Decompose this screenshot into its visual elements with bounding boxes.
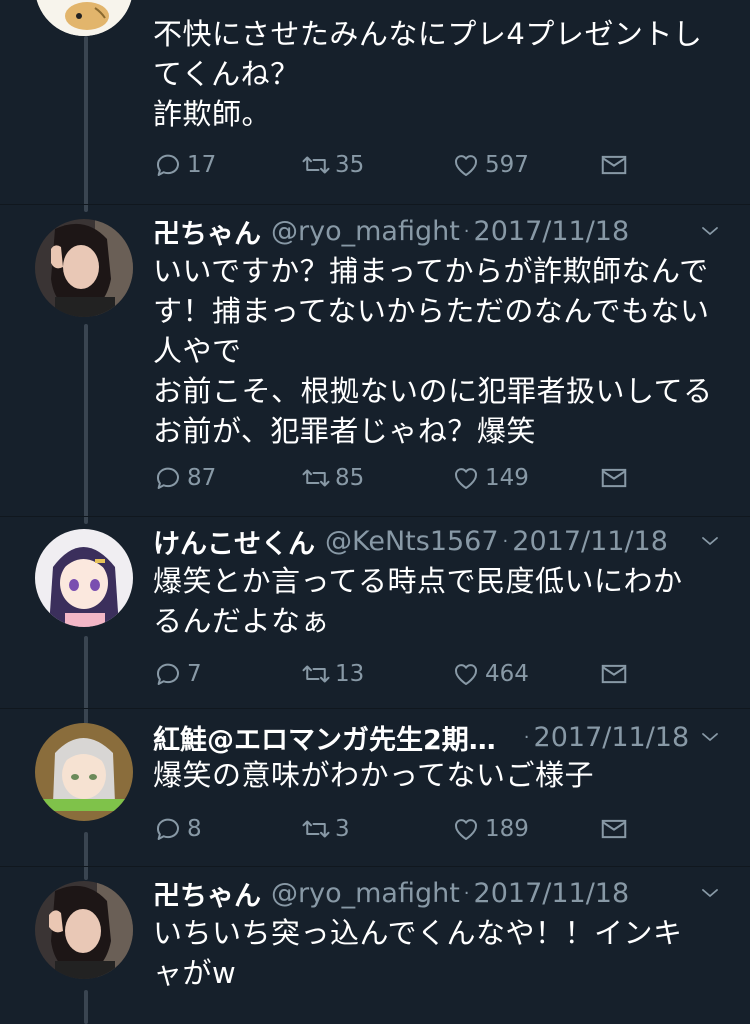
retweet-icon — [302, 665, 330, 683]
retweet-icon — [302, 156, 330, 174]
dm-button[interactable] — [599, 814, 633, 844]
like-icon — [455, 664, 477, 685]
reply-icon — [157, 818, 179, 840]
avatar-image — [35, 0, 133, 36]
reply-count: 8 — [187, 816, 202, 842]
tweet-header: 卍ちゃん @ryo_mafight · 2017/11/18 — [153, 212, 730, 251]
tweet-text: 不快にさせたみんなにプレ4プレゼントし てくんね？ 詐欺師。 — [153, 17, 703, 131]
tweet[interactable]: 紅鮭@エロマンガ先生2期… · 2017/11/18 爆笑の意味がわかってないご… — [0, 709, 750, 869]
like-icon — [455, 819, 477, 840]
like-count: 189 — [485, 816, 529, 842]
reply-button[interactable]: 17 — [153, 150, 216, 180]
reply-count: 87 — [187, 465, 217, 491]
retweet-button[interactable]: 3 — [301, 814, 350, 844]
like-button[interactable]: 189 — [451, 814, 529, 844]
tweet[interactable]: けんこせくん @KeNts1567 · 2017/11/18 爆笑とか言ってる時… — [0, 517, 750, 707]
reply-count: 17 — [187, 152, 217, 178]
avatar-image — [35, 881, 133, 979]
retweet-icon — [302, 820, 330, 838]
tweet-text: いちいち突っ込んでくんなや！！インキ ャがw — [153, 916, 683, 990]
tweet[interactable]: 不快にさせたみんなにプレ4プレゼントし てくんね？ 詐欺師。 17 35 597 — [0, 0, 750, 200]
tweet[interactable]: 卍ちゃん @ryo_mafight · 2017/11/18 いいですか？捕まっ… — [0, 205, 750, 505]
like-button[interactable]: 149 — [451, 463, 529, 493]
avatar[interactable] — [35, 0, 133, 36]
retweet-button[interactable]: 35 — [301, 150, 364, 180]
reply-icon — [157, 663, 179, 685]
like-count: 597 — [485, 152, 529, 178]
tweet-date[interactable]: 2017/11/18 — [474, 878, 630, 909]
dm-button[interactable] — [599, 659, 633, 689]
dm-icon — [601, 468, 627, 488]
tweet-actions: 8 3 189 — [153, 814, 653, 850]
tweet-header: 卍ちゃん @ryo_mafight · 2017/11/18 — [153, 874, 730, 913]
retweet-button[interactable]: 85 — [301, 463, 364, 493]
user-handle[interactable]: @KeNts1567 — [325, 526, 499, 557]
reply-button[interactable]: 7 — [153, 659, 202, 689]
tweet[interactable]: 卍ちゃん @ryo_mafight · 2017/11/18 いちいち突っ込んで… — [0, 867, 750, 1024]
reply-count: 7 — [187, 661, 202, 687]
avatar[interactable] — [35, 723, 133, 821]
retweet-count: 35 — [335, 152, 365, 178]
like-count: 149 — [485, 465, 529, 491]
user-handle[interactable]: @ryo_mafight — [271, 216, 460, 247]
tweet-actions: 17 35 597 — [153, 150, 653, 186]
reply-icon — [157, 154, 179, 176]
dm-button[interactable] — [599, 150, 633, 180]
like-icon — [455, 155, 477, 176]
reply-button[interactable]: 8 — [153, 814, 202, 844]
tweet-text: いいですか？捕まってからが詐欺師なんで す！捕まってないからただのなんでもない … — [153, 254, 713, 448]
separator-dot: · — [502, 530, 509, 552]
dm-icon — [601, 155, 627, 175]
tweet-header: 紅鮭@エロマンガ先生2期… · 2017/11/18 — [153, 718, 730, 757]
avatar[interactable] — [35, 219, 133, 317]
avatar-image — [35, 723, 133, 821]
retweet-button[interactable]: 13 — [301, 659, 364, 689]
dm-button[interactable] — [599, 463, 633, 493]
separator-dot: · — [463, 882, 470, 904]
retweet-count: 13 — [335, 661, 365, 687]
chevron-down-icon[interactable] — [698, 529, 722, 553]
reply-icon — [157, 467, 179, 489]
avatar[interactable] — [35, 529, 133, 627]
like-button[interactable]: 464 — [451, 659, 529, 689]
like-count: 464 — [485, 661, 529, 687]
separator-dot: · — [523, 726, 530, 748]
reply-button[interactable]: 87 — [153, 463, 216, 493]
tweet-date[interactable]: 2017/11/18 — [534, 722, 690, 753]
like-icon — [455, 468, 477, 489]
tweet-date[interactable]: 2017/11/18 — [512, 526, 668, 557]
display-name[interactable]: 卍ちゃん — [153, 212, 261, 251]
retweet-icon — [302, 469, 330, 487]
dm-icon — [601, 819, 627, 839]
tweet-actions: 7 13 464 — [153, 659, 653, 695]
tweet-actions: 87 85 149 — [153, 463, 653, 499]
retweet-count: 3 — [335, 816, 350, 842]
dm-icon — [601, 664, 627, 684]
chevron-down-icon[interactable] — [698, 881, 722, 905]
tweet-text: 爆笑とか言ってる時点で民度低いにわか るんだよなぁ — [153, 564, 683, 638]
avatar-image — [35, 219, 133, 317]
avatar[interactable] — [35, 881, 133, 979]
tweet-date[interactable]: 2017/11/18 — [474, 216, 630, 247]
display-name[interactable]: 紅鮭@エロマンガ先生2期… — [153, 718, 496, 757]
like-button[interactable]: 597 — [451, 150, 529, 180]
display-name[interactable]: 卍ちゃん — [153, 874, 261, 913]
chevron-down-icon[interactable] — [698, 219, 722, 243]
tweet-text: 爆笑の意味がわかってないご様子 — [153, 758, 595, 792]
chevron-down-icon[interactable] — [698, 725, 722, 749]
retweet-count: 85 — [335, 465, 365, 491]
separator-dot: · — [463, 220, 470, 242]
tweet-header: けんこせくん @KeNts1567 · 2017/11/18 — [153, 522, 730, 561]
user-handle[interactable]: @ryo_mafight — [271, 878, 460, 909]
avatar-image — [35, 529, 133, 627]
display-name[interactable]: けんこせくん — [153, 522, 315, 561]
